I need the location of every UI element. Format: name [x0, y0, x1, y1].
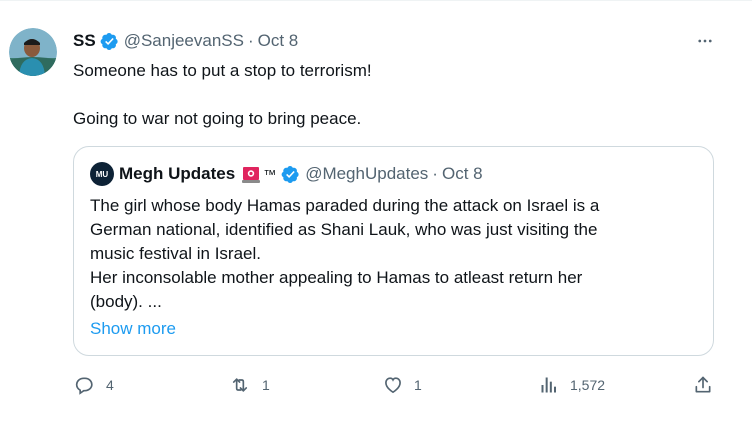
reply-count: 4: [106, 377, 114, 393]
tweet-header: SS @SanjeevanSS · Oct 8: [73, 30, 298, 52]
quoted-tweet[interactable]: MU Megh Updates ™ @MeghUpdates · Oct 8 T…: [73, 146, 714, 356]
repost-button[interactable]: 1: [229, 373, 270, 397]
heart-icon: [385, 377, 401, 394]
tweet[interactable]: SS @SanjeevanSS · Oct 8 Someone has to p…: [0, 0, 752, 427]
avatar-photo: [9, 28, 57, 76]
repost-icon: [232, 378, 248, 392]
share-button[interactable]: [693, 373, 713, 397]
quoted-avatar: MU: [90, 162, 114, 186]
quoted-text-line: German national, identified as Shani Lau…: [90, 220, 598, 239]
quoted-timestamp: Oct 8: [441, 164, 483, 183]
siren-icon: [241, 164, 261, 184]
show-more-link[interactable]: Show more: [90, 317, 176, 341]
separator: ·: [247, 31, 254, 50]
reply-button[interactable]: 4: [75, 373, 114, 397]
view-count: 1,572: [570, 377, 606, 393]
quoted-text-line: Her inconsolable mother appealing to Ham…: [90, 268, 583, 287]
quoted-author-handle: @MeghUpdates: [305, 164, 429, 183]
avatar[interactable]: [9, 28, 57, 76]
analytics-icon: [541, 377, 556, 393]
author-handle[interactable]: @SanjeevanSS: [124, 31, 244, 51]
views-button[interactable]: 1,572: [539, 373, 605, 397]
repost-count: 1: [262, 377, 270, 393]
quoted-text-line: (body). ...: [90, 292, 162, 311]
tweet-text-line: Going to war not going to bring peace.: [73, 109, 362, 128]
verified-badge-icon: [281, 165, 300, 184]
quoted-text-line: music festival in Israel.: [90, 244, 261, 263]
more-options-button[interactable]: [693, 30, 717, 52]
author-name[interactable]: SS: [73, 31, 96, 51]
trademark-symbol: ™: [263, 166, 277, 182]
quoted-author-name: Megh Updates: [119, 164, 236, 183]
quoted-tweet-header: MU Megh Updates ™ @MeghUpdates · Oct 8: [90, 162, 483, 186]
more-icon: [698, 39, 712, 43]
quoted-text-line: The girl whose body Hamas paraded during…: [90, 196, 600, 215]
like-button[interactable]: 1: [383, 373, 422, 397]
like-count: 1: [414, 377, 422, 393]
share-icon: [695, 376, 711, 393]
separator: ·: [432, 164, 438, 183]
reply-icon: [75, 377, 93, 395]
verified-badge-icon: [100, 32, 119, 51]
timestamp[interactable]: Oct 8: [258, 31, 299, 51]
tweet-text-line: Someone has to put a stop to terrorism!: [73, 61, 372, 80]
